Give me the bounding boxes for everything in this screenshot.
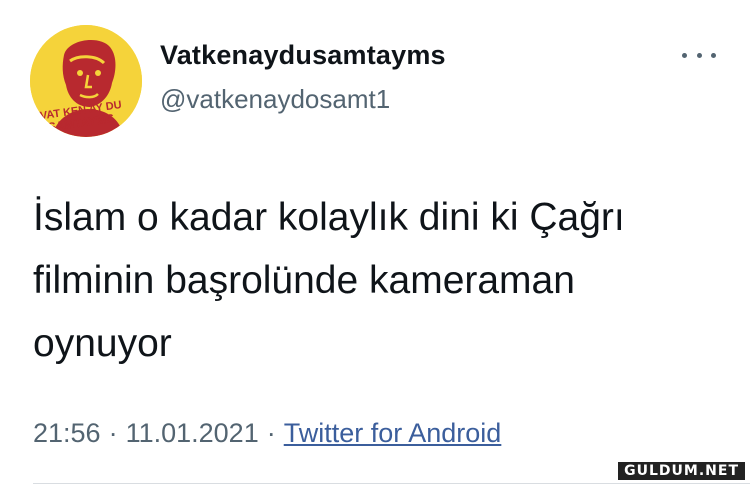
more-dot [696,52,702,58]
avatar-image: VAT KEN AY DU SAMTAYMS [30,25,142,137]
tweet-card: VAT KEN AY DU SAMTAYMS Vatkenaydusamtaym… [0,0,750,485]
more-horizontal-icon[interactable] [682,46,716,64]
meta-separator: · [108,418,118,448]
tweet-time[interactable]: 21:56 [33,418,101,449]
divider [33,483,750,484]
more-dot [711,52,716,58]
more-dot [682,52,687,58]
tweet-text-line: İslam o kadar kolaylık dini ki Çağrı [33,196,625,239]
tweet-date[interactable]: 11.01.2021 [126,418,259,449]
tweet-source-link[interactable]: Twitter for Android [284,418,502,449]
tweet-text-line: filminin başrolünde kameraman [33,259,575,302]
watermark: GULDUM.NET [617,461,746,481]
avatar[interactable]: VAT KEN AY DU SAMTAYMS [30,25,142,137]
tweet-text: İslam o kadar kolaylık dini ki Çağrı fil… [33,186,723,375]
meta-separator: · [266,418,276,448]
display-name[interactable]: Vatkenaydusamtayms [160,40,446,71]
tweet-meta: 21:56 · 11.01.2021 · Twitter for Android [33,418,501,449]
user-handle[interactable]: @vatkenaydosamt1 [160,84,390,115]
tweet-text-line: oynuyor [33,322,172,365]
